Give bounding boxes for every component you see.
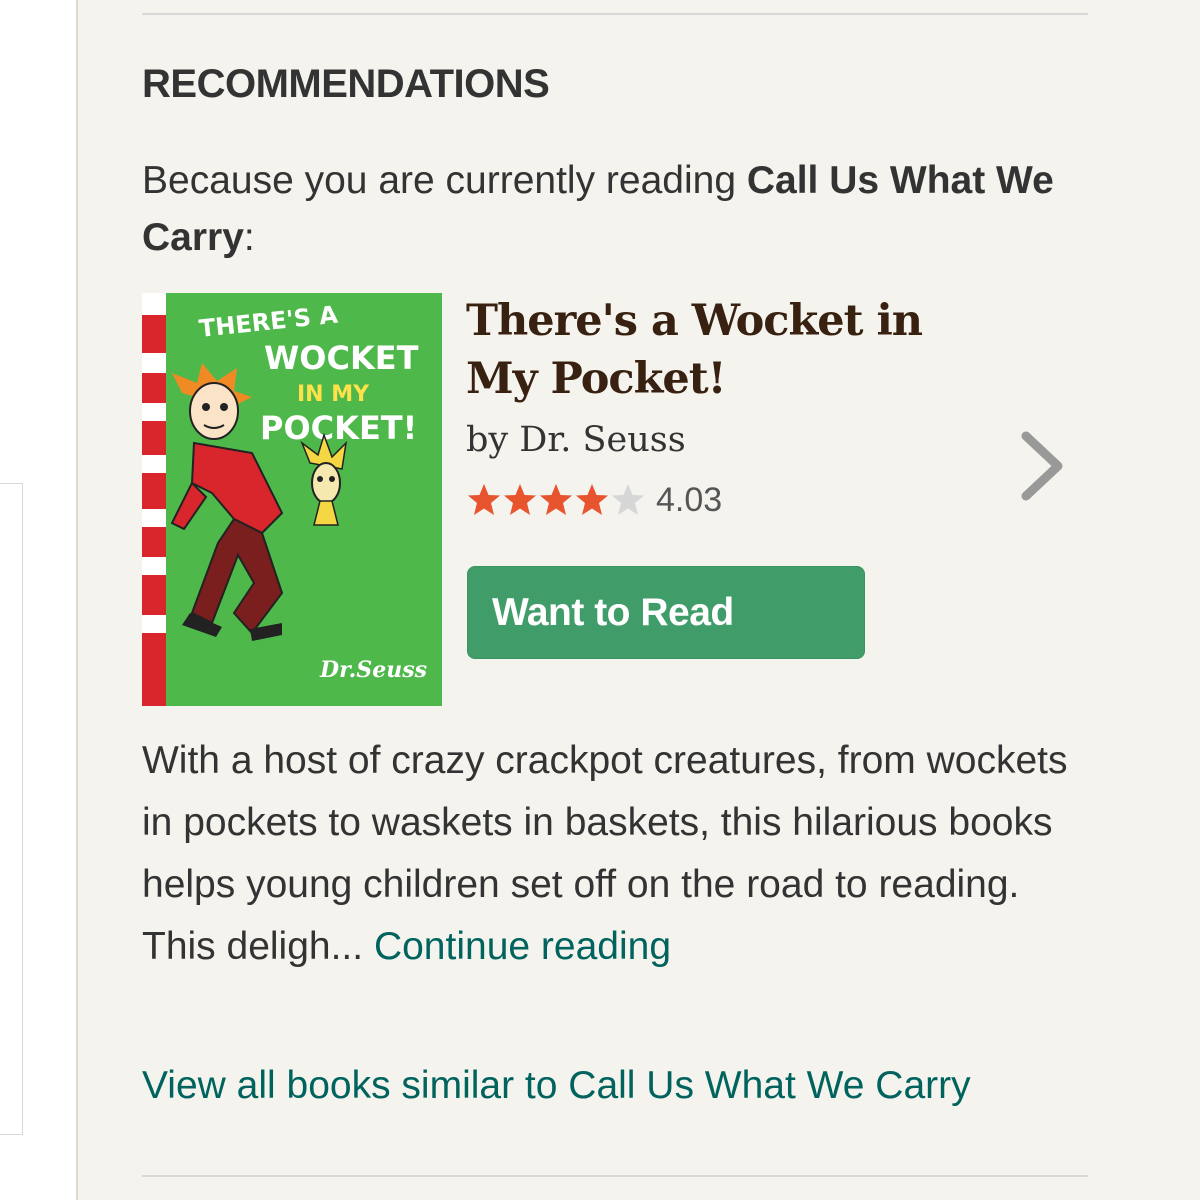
continue-reading-link[interactable]: Continue reading	[374, 925, 671, 968]
because-prefix: Because you are currently reading	[142, 159, 747, 202]
cover-signature: Dr.Seuss	[319, 657, 427, 683]
because-text: Because you are currently reading Call U…	[142, 152, 1092, 266]
star-icon	[612, 484, 644, 515]
want-to-read-button[interactable]: Want to Read	[467, 566, 865, 659]
star-icon	[576, 484, 608, 515]
star-icon	[468, 484, 500, 515]
star-icon	[540, 484, 572, 515]
author-line[interactable]: by Dr. Seuss	[466, 420, 686, 460]
chevron-right-icon[interactable]	[1016, 430, 1066, 502]
view-all-similar-link[interactable]: View all books similar to Call Us What W…	[142, 1064, 971, 1108]
book-description: With a host of crazy crackpot creatures,…	[142, 730, 1072, 978]
left-content-box	[0, 483, 23, 1135]
cover-text-line2: WOCKET	[264, 339, 419, 377]
because-suffix: :	[243, 216, 255, 259]
rating-row: 4.03	[466, 478, 722, 522]
book-cover-image[interactable]: THERE'S A WOCKET IN MY POCKET! Dr.Seuss	[142, 293, 442, 706]
section-title: RECOMMENDATIONS	[142, 62, 550, 106]
book-title-link[interactable]: There's a Wocket in My Pocket!	[466, 292, 986, 408]
average-rating: 4.03	[656, 480, 723, 519]
cover-text-line3: IN MY	[297, 382, 370, 407]
bottom-divider	[142, 1175, 1088, 1177]
top-divider	[142, 13, 1088, 15]
want-to-read-label: Want to Read	[492, 590, 734, 634]
cover-text-line4: POCKET!	[260, 409, 417, 447]
star-rating	[466, 482, 646, 518]
star-icon	[504, 484, 536, 515]
